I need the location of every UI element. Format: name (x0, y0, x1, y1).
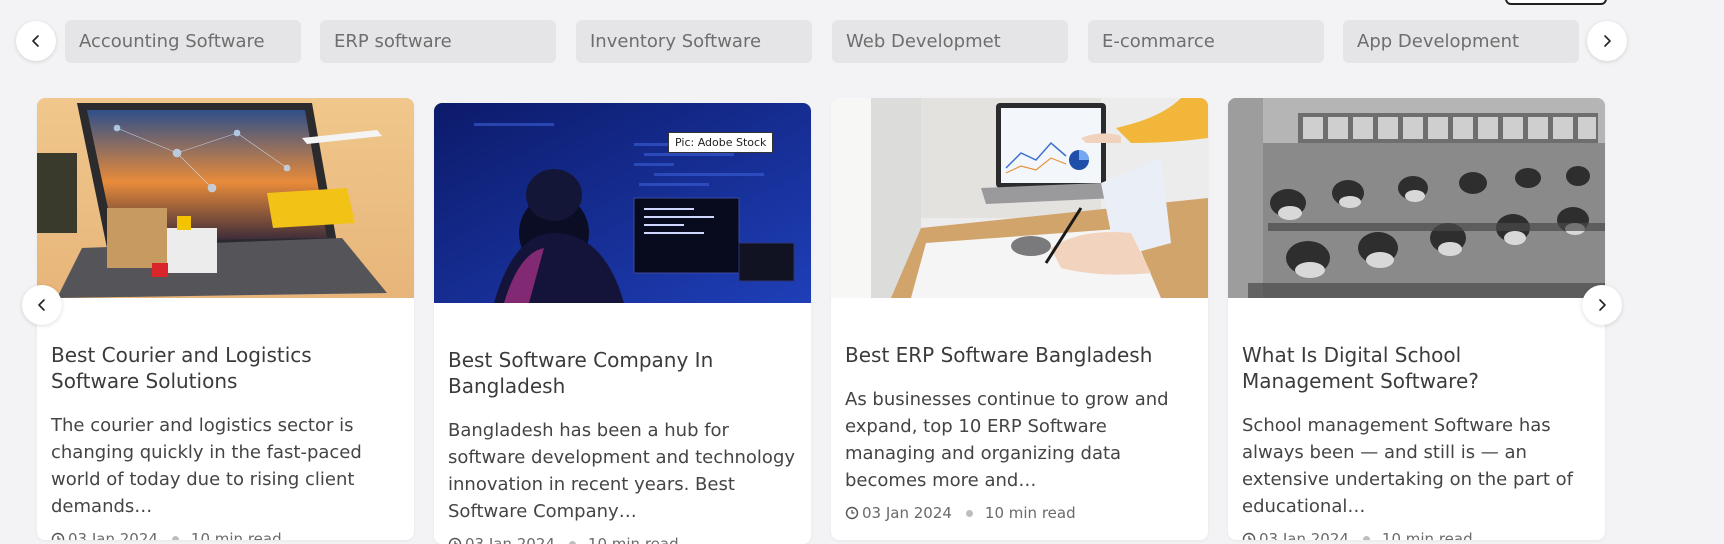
chevron-left-icon (38, 299, 45, 311)
image-credit-tooltip: Pic: Adobe Stock (668, 132, 774, 153)
card-image-developer: Pic: Adobe Stock (434, 103, 811, 303)
card-meta: 03 Jan 2024 10 min read (448, 535, 797, 544)
card-date: 03 Jan 2024 (1259, 530, 1349, 540)
card-read-time: 10 min read (190, 530, 282, 540)
tab-accounting-software[interactable]: Accounting Software (65, 20, 301, 63)
blog-card[interactable]: Best ERP Software Bangladesh As business… (831, 98, 1208, 540)
card-date: 03 Jan 2024 (68, 530, 158, 540)
clock-icon (448, 537, 462, 544)
tab-app-development[interactable]: App Development (1343, 20, 1579, 63)
clock-icon (51, 532, 65, 540)
card-date: 03 Jan 2024 (465, 535, 555, 544)
card-description: As businesses continue to grow and expan… (845, 389, 1169, 491)
blog-card[interactable]: Best Courier and Logistics Software Solu… (37, 98, 414, 540)
card-meta: 03 Jan 2024 10 min read (1242, 530, 1591, 540)
chevron-right-icon (1599, 299, 1606, 311)
card-read-time: 10 min read (984, 504, 1076, 522)
card-meta: 03 Jan 2024 10 min read (845, 504, 1194, 522)
clock-icon (845, 506, 859, 520)
card-meta: 03 Jan 2024 10 min read (51, 530, 400, 540)
card-image-classroom (1228, 98, 1605, 298)
card-description: Bangladesh has been a hub for software d… (448, 420, 796, 522)
tabs-next-button[interactable] (1587, 21, 1627, 61)
card-description: School management Software has always be… (1242, 415, 1573, 517)
tab-erp-software[interactable]: ERP software (320, 20, 556, 63)
card-title[interactable]: What Is Digital School Management Softwa… (1242, 342, 1591, 394)
card-read-time: 10 min read (587, 535, 679, 544)
chevron-left-icon (32, 35, 39, 47)
card-title[interactable]: Best Courier and Logistics Software Solu… (51, 342, 400, 394)
card-title[interactable]: Best ERP Software Bangladesh (845, 342, 1194, 368)
separator-dot (965, 509, 973, 517)
card-image-logistics (37, 98, 414, 298)
tab-web-development[interactable]: Web Developmet (832, 20, 1068, 63)
blog-card[interactable]: What Is Digital School Management Softwa… (1228, 98, 1605, 540)
blog-card[interactable]: Pic: Adobe Stock Best Software Company I… (434, 103, 811, 544)
card-image-erp (831, 98, 1208, 298)
separator-dot (171, 535, 179, 540)
clock-icon (1242, 532, 1256, 540)
card-description: The courier and logistics sector is chan… (51, 415, 362, 517)
tabs-prev-button[interactable] (16, 21, 56, 61)
category-tabs-row: Accounting Software ERP software Invento… (0, 0, 1724, 82)
carousel-next-button[interactable] (1582, 285, 1622, 325)
card-title[interactable]: Best Software Company In Bangladesh (448, 347, 797, 399)
carousel-prev-button[interactable] (22, 285, 62, 325)
separator-dot (568, 540, 576, 544)
separator-dot (1362, 535, 1370, 540)
tab-e-commerce[interactable]: E-commarce (1088, 20, 1324, 63)
card-read-time: 10 min read (1381, 530, 1473, 540)
chevron-right-icon (1604, 35, 1611, 47)
tab-inventory-software[interactable]: Inventory Software (576, 20, 812, 63)
card-date: 03 Jan 2024 (862, 504, 952, 522)
